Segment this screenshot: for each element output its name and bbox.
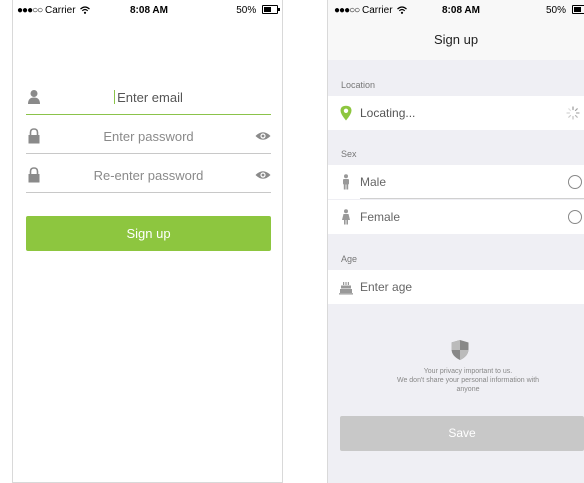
battery-percent: 50% bbox=[236, 5, 257, 16]
privacy-line: Your privacy important to us. bbox=[423, 368, 513, 375]
signup-screen: ●●●○○ Carrier 8:08 AM 50% Enter email En… bbox=[12, 0, 283, 483]
sex-option-female[interactable]: Female bbox=[328, 200, 584, 234]
age-placeholder: Enter age bbox=[360, 280, 413, 294]
reenter-password-field[interactable]: Re-enter password bbox=[26, 164, 271, 193]
status-bar: ●●●○○ Carrier 8:08 AM 50% bbox=[328, 0, 584, 20]
password-field[interactable]: Enter password bbox=[26, 125, 271, 154]
sex-option-male[interactable]: Male bbox=[328, 165, 584, 199]
clock: 8:08 AM bbox=[442, 5, 480, 16]
age-section-label: Age bbox=[341, 254, 358, 264]
female-radio[interactable] bbox=[568, 210, 582, 224]
battery-percent: 50% bbox=[546, 5, 567, 16]
signal-icon: ●●●○○ bbox=[17, 5, 43, 16]
reenter-password-placeholder: Re-enter password bbox=[93, 168, 204, 183]
carrier-label: Carrier bbox=[361, 5, 393, 16]
privacy-line: anyone bbox=[456, 386, 480, 393]
status-bar: ●●●○○ Carrier 8:08 AM 50% bbox=[13, 0, 282, 20]
loading-spinner-icon bbox=[566, 106, 580, 120]
sex-section-label: Sex bbox=[341, 149, 357, 159]
location-pin-icon bbox=[340, 105, 352, 121]
eye-icon[interactable] bbox=[255, 170, 271, 180]
password-placeholder: Enter password bbox=[103, 129, 194, 144]
clock: 8:08 AM bbox=[130, 5, 168, 16]
signup-button[interactable]: Sign up bbox=[26, 216, 271, 251]
lock-icon bbox=[28, 167, 40, 183]
battery-indicator: 50% bbox=[236, 5, 280, 16]
profile-screen: ●●●○○ Carrier 8:08 AM 50% Sign up Locati… bbox=[327, 0, 584, 483]
sex-option-label: Female bbox=[360, 210, 401, 224]
save-button[interactable]: Save bbox=[340, 416, 584, 451]
location-section-label: Location bbox=[341, 80, 376, 90]
battery-icon bbox=[262, 5, 280, 14]
carrier-label: Carrier bbox=[44, 5, 76, 16]
battery-icon bbox=[571, 5, 584, 14]
male-radio[interactable] bbox=[568, 175, 582, 189]
wifi-icon bbox=[397, 6, 408, 14]
user-icon bbox=[28, 90, 40, 104]
cake-icon bbox=[339, 282, 353, 295]
age-field[interactable]: Enter age bbox=[328, 270, 584, 304]
female-icon bbox=[342, 209, 350, 225]
privacy-line: We don't share your personal information… bbox=[396, 377, 540, 384]
location-value: Locating... bbox=[360, 106, 416, 120]
sex-option-label: Male bbox=[360, 175, 387, 189]
wifi-icon bbox=[80, 6, 91, 14]
page-title: Sign up bbox=[433, 32, 479, 47]
signal-icon: ●●●○○ bbox=[334, 5, 360, 16]
male-icon bbox=[343, 174, 349, 190]
text-caret bbox=[114, 90, 116, 104]
eye-icon[interactable] bbox=[255, 131, 271, 141]
shield-icon bbox=[451, 340, 469, 360]
lock-icon bbox=[28, 128, 40, 144]
privacy-notice: Your privacy important to us. We don't s… bbox=[358, 367, 578, 394]
email-placeholder: Enter email bbox=[117, 90, 183, 105]
location-cell[interactable]: Locating... bbox=[328, 96, 584, 130]
email-field[interactable]: Enter email bbox=[26, 86, 271, 115]
battery-indicator: 50% bbox=[546, 5, 584, 16]
